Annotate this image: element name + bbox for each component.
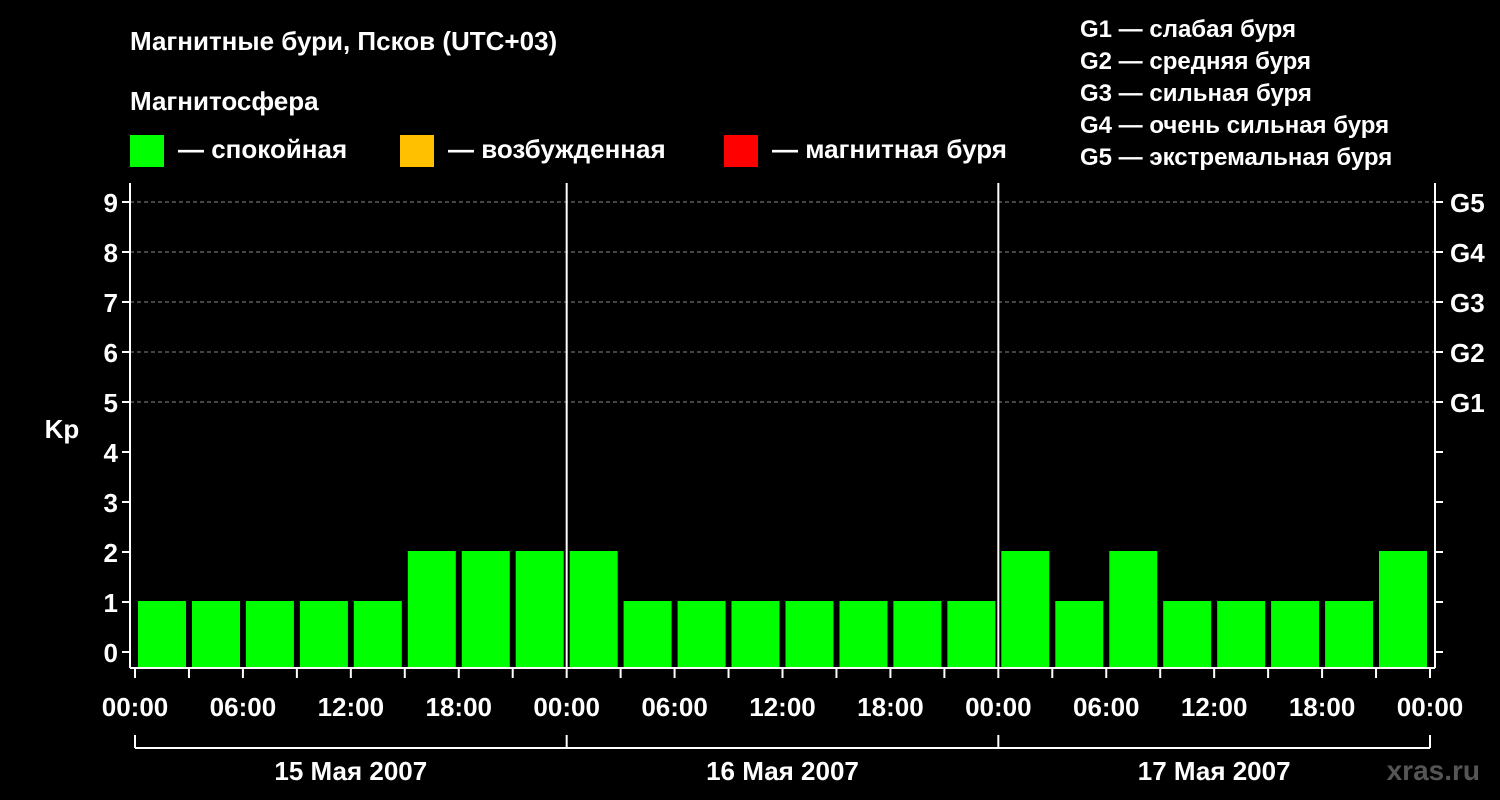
legend: — спокойная — возбужденная — магнитная бур… xyxy=(130,134,1007,167)
kp-bar xyxy=(677,601,726,668)
y-tick-label: 0 xyxy=(104,638,118,668)
y-tick-label: 6 xyxy=(104,338,118,368)
legend-label: — магнитная буря xyxy=(772,134,1007,164)
legend-swatch xyxy=(400,135,434,167)
kp-bar xyxy=(138,601,186,668)
kp-chart: Магнитные бури, Псков (UTC+03) Магнитосф… xyxy=(45,16,1486,786)
legend-swatch xyxy=(724,135,758,167)
kp-bar xyxy=(245,601,294,668)
legend-label: — спокойная xyxy=(178,134,347,164)
y-tick-label: 9 xyxy=(104,188,118,218)
severity-legend-item: G1 — слабая буря xyxy=(1080,16,1296,43)
kp-bar xyxy=(1055,601,1104,668)
kp-bar xyxy=(1109,551,1158,668)
severity-legend-item: G5 — экстремальная буря xyxy=(1080,144,1392,171)
kp-bar xyxy=(407,551,456,668)
kp-bar xyxy=(353,601,402,668)
day-label: 15 Мая 2007 xyxy=(274,756,427,786)
chart-subtitle: Магнитосфера xyxy=(130,86,319,116)
x-tick-label: 06:00 xyxy=(210,692,277,722)
severity-legend-item: G2 — средняя буря xyxy=(1080,48,1311,75)
x-tick-label: 12:00 xyxy=(1181,692,1248,722)
kp-bar xyxy=(839,601,888,668)
g-level-label: G1 xyxy=(1450,388,1485,418)
x-tick-label: 06:00 xyxy=(1073,692,1140,722)
severity-legend: G1 — слабая буря G2 — средняя буря G3 — си… xyxy=(1080,16,1392,171)
chart-title: Магнитные бури, Псков (UTC+03) xyxy=(130,26,557,56)
kp-bar xyxy=(1163,601,1212,668)
x-tick-label: 18:00 xyxy=(1289,692,1356,722)
x-tick-label: 18:00 xyxy=(857,692,924,722)
y-tick-label: 8 xyxy=(104,238,118,268)
day-label: 16 Мая 2007 xyxy=(706,756,859,786)
x-tick-label: 00:00 xyxy=(102,692,169,722)
y-tick-label: 4 xyxy=(104,438,119,468)
x-tick-label: 00:00 xyxy=(533,692,600,722)
x-tick-label: 12:00 xyxy=(318,692,385,722)
kp-bar xyxy=(461,551,510,668)
kp-bar xyxy=(893,601,942,668)
x-tick-label: 00:00 xyxy=(1397,692,1464,722)
y-tick-label: 7 xyxy=(104,288,118,318)
kp-bar xyxy=(299,601,348,668)
kp-bar xyxy=(1379,551,1427,668)
plot-area: 0 1 2 3 4 5 6 7 8 9 G1 G2 G3 G4 G5 00:00 06:00 12:00 18:00… xyxy=(102,183,1485,786)
g-level-label: G2 xyxy=(1450,338,1485,368)
severity-legend-item: G3 — сильная буря xyxy=(1080,80,1312,107)
g-level-label: G3 xyxy=(1450,288,1485,318)
kp-bar xyxy=(192,601,240,668)
kp-bar xyxy=(785,601,834,668)
g-level-label: G4 xyxy=(1450,238,1485,268)
kp-bar xyxy=(947,601,996,668)
x-tick-label: 12:00 xyxy=(749,692,816,722)
kp-bar xyxy=(1001,551,1050,668)
kp-bar xyxy=(731,601,780,668)
x-tick-label: 18:00 xyxy=(426,692,493,722)
legend-swatch xyxy=(130,135,164,167)
x-tick-label: 06:00 xyxy=(641,692,708,722)
y-tick-label: 5 xyxy=(104,388,118,418)
day-label: 17 Мая 2007 xyxy=(1138,756,1291,786)
y-tick-label: 2 xyxy=(104,538,118,568)
kp-bar xyxy=(569,551,618,668)
y-tick-label: 3 xyxy=(104,488,118,518)
x-tick-label: 00:00 xyxy=(965,692,1032,722)
y-tick-label: 1 xyxy=(104,588,118,618)
kp-bar xyxy=(1271,601,1320,668)
y-axis-label: Kp xyxy=(45,414,80,444)
legend-label: — возбужденная xyxy=(448,134,666,164)
severity-legend-item: G4 — очень сильная буря xyxy=(1080,112,1389,139)
kp-bar xyxy=(515,551,564,668)
brand-watermark: xras.ru xyxy=(1387,755,1480,786)
kp-bar xyxy=(623,601,672,668)
kp-bar xyxy=(1325,601,1374,668)
g-level-label: G5 xyxy=(1450,188,1485,218)
kp-bar xyxy=(1217,601,1266,668)
